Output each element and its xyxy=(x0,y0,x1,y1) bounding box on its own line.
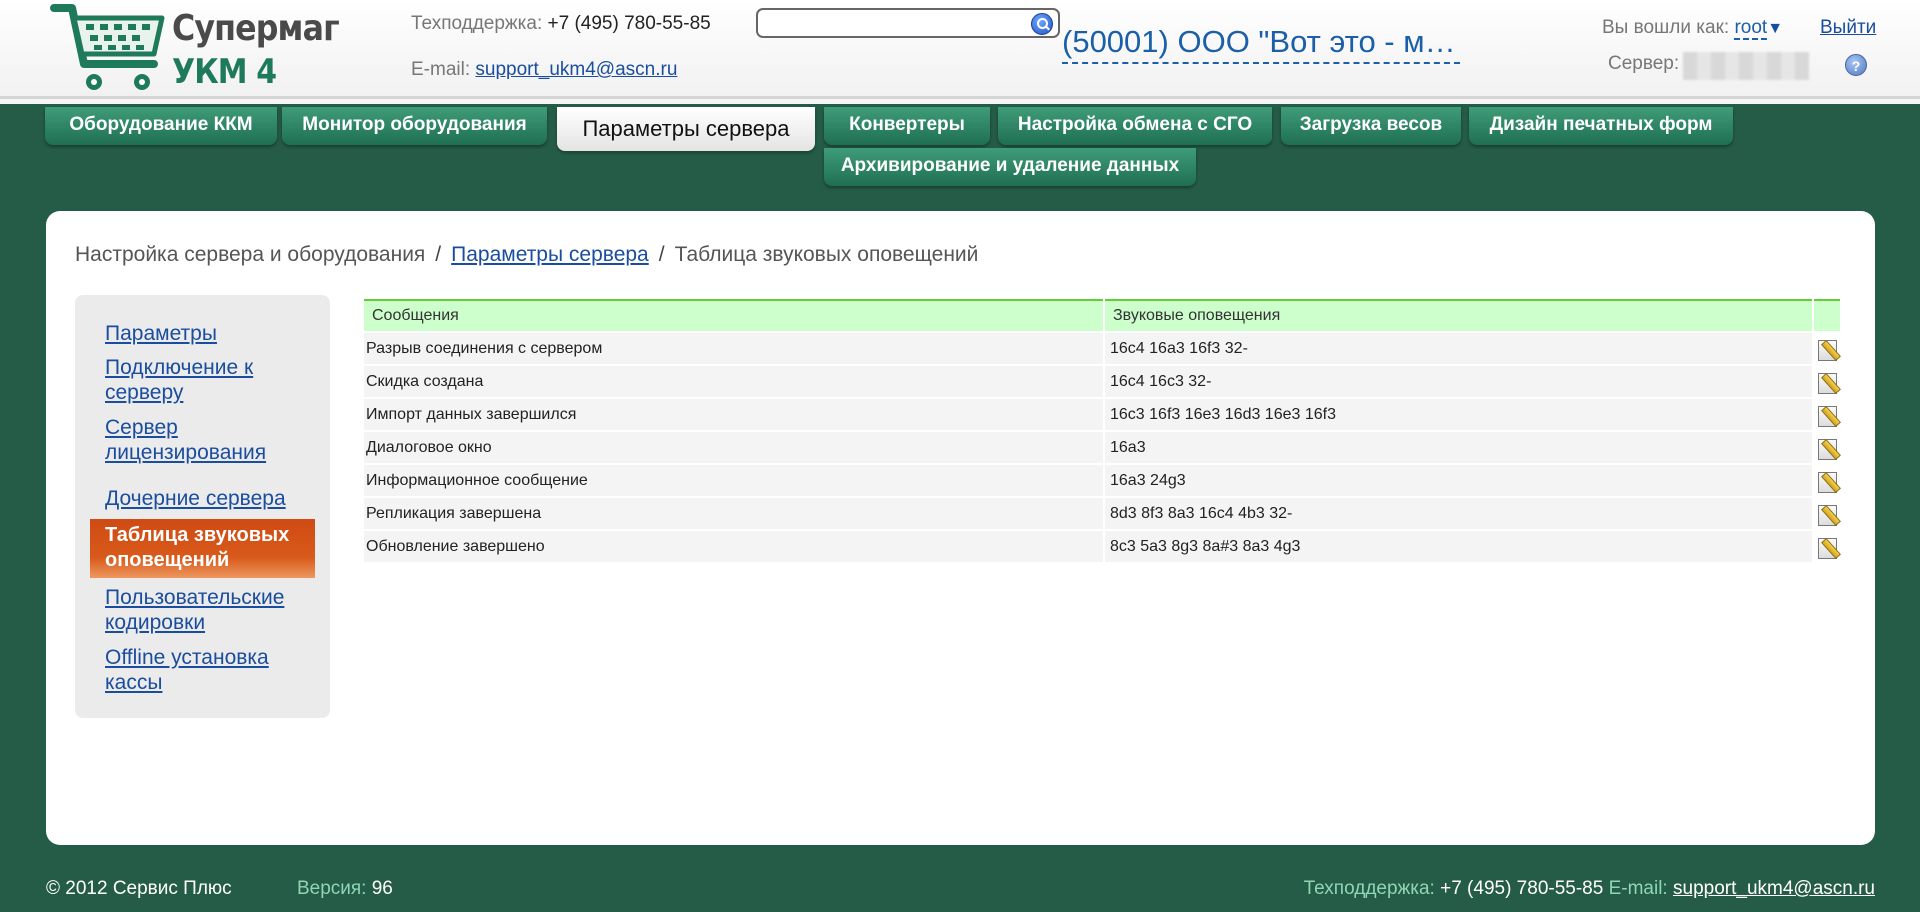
cell-message: Диалоговое окно xyxy=(364,432,1103,463)
help-icon[interactable]: ? xyxy=(1845,54,1867,76)
footer-support-phone: +7 (495) 780-55-85 xyxy=(1440,878,1604,899)
support-label: Техподдержка: xyxy=(411,13,543,34)
column-header-messages: Сообщения xyxy=(364,299,1103,331)
cell-message: Информационное сообщение xyxy=(364,465,1103,496)
main-panel: Настройка сервера и оборудования / Парамет… xyxy=(46,211,1875,845)
tab-scales-upload[interactable]: Загрузка весов xyxy=(1281,107,1461,145)
logo-subtitle: УКМ 4 xyxy=(172,52,277,92)
email-label: E-mail: xyxy=(411,59,471,80)
edit-icon[interactable] xyxy=(1816,437,1838,460)
edit-button[interactable] xyxy=(1814,498,1840,529)
logo[interactable]: Супермаг УКМ 4 xyxy=(50,2,350,96)
server-value-redacted xyxy=(1683,52,1809,80)
breadcrumb-server-parameters-link[interactable]: Параметры сервера xyxy=(451,243,649,266)
organization-selector[interactable]: (50001) ООО "Вот это - ма... xyxy=(1062,22,1460,64)
sidebar-item-child-servers[interactable]: Дочерние сервера xyxy=(105,486,305,511)
server-label: Сервер: xyxy=(1608,53,1680,74)
table-row: Скидка создана 16c4 16c3 32- xyxy=(364,366,1840,397)
cell-sound: 8d3 8f3 8a3 16c4 4b3 32- xyxy=(1105,498,1812,529)
cell-message: Репликация завершена xyxy=(364,498,1103,529)
edit-button[interactable] xyxy=(1814,432,1840,463)
sidebar-item-parameters[interactable]: Параметры xyxy=(105,321,305,346)
login-info: Вы вошли как: root▼ xyxy=(1602,17,1783,40)
email-info: E-mail: support_ukm4@ascn.ru xyxy=(411,59,677,81)
version-label: Версия: xyxy=(296,878,367,899)
tab-equipment-monitor[interactable]: Монитор оборудования xyxy=(282,107,547,145)
edit-button[interactable] xyxy=(1814,366,1840,397)
cell-sound: 8c3 5a3 8g3 8a#3 8a3 4g3 xyxy=(1105,531,1812,562)
cell-message: Импорт данных завершился xyxy=(364,399,1103,430)
column-header-sounds: Звуковые оповещения xyxy=(1105,299,1812,331)
support-email-link[interactable]: support_ukm4@ascn.ru xyxy=(475,59,677,80)
logo-title: Супермаг xyxy=(172,8,340,49)
breadcrumb-separator: / xyxy=(435,243,442,266)
edit-icon[interactable] xyxy=(1816,404,1838,427)
user-menu[interactable]: root xyxy=(1734,17,1768,40)
sidebar: Параметры Подключение к серверу Сервер л… xyxy=(75,295,330,718)
table-row: Обновление завершено 8c3 5a3 8g3 8a#3 8a… xyxy=(364,531,1840,562)
breadcrumb-root: Настройка сервера и оборудования xyxy=(75,243,426,266)
sidebar-item-offline-install[interactable]: Offline установка кассы xyxy=(105,645,305,695)
cart-logo-icon xyxy=(50,4,165,90)
cell-message: Обновление завершено xyxy=(364,531,1103,562)
logout-link[interactable]: Выйти xyxy=(1820,17,1876,39)
login-label: Вы вошли как: xyxy=(1602,17,1730,38)
search-icon[interactable] xyxy=(1031,13,1053,35)
chevron-down-icon[interactable]: ▼ xyxy=(1767,20,1783,37)
copyright: © 2012 Сервис Плюс xyxy=(46,878,232,899)
edit-button[interactable] xyxy=(1814,333,1840,364)
table-row: Разрыв соединения с сервером 16c4 16a3 1… xyxy=(364,333,1840,364)
version-value: 96 xyxy=(371,878,393,899)
search-input[interactable] xyxy=(756,8,1060,38)
tab-archiving[interactable]: Архивирование и удаление данных xyxy=(824,148,1196,186)
edit-button[interactable] xyxy=(1814,531,1840,562)
cell-message: Разрыв соединения с сервером xyxy=(364,333,1103,364)
footer-email-link[interactable]: support_ukm4@ascn.ru xyxy=(1673,878,1875,899)
cell-message: Скидка создана xyxy=(364,366,1103,397)
header: Супермаг УКМ 4 Техподдержка: +7 (495) 78… xyxy=(0,0,1920,104)
sidebar-item-custom-encodings[interactable]: Пользовательские кодировки xyxy=(105,585,305,635)
tab-sgo-exchange[interactable]: Настройка обмена с СГО xyxy=(998,107,1272,145)
table-row: Информационное сообщение 16a3 24g3 xyxy=(364,465,1840,496)
edit-icon[interactable] xyxy=(1816,470,1838,493)
edit-button[interactable] xyxy=(1814,465,1840,496)
cell-sound: 16a3 24g3 xyxy=(1105,465,1812,496)
support-info: Техподдержка: +7 (495) 780-55-85 xyxy=(411,13,711,35)
breadcrumb-separator: / xyxy=(658,243,665,266)
tab-server-parameters[interactable]: Параметры сервера xyxy=(557,107,815,151)
breadcrumb-current: Таблица звуковых оповещений xyxy=(674,243,979,266)
table-row: Импорт данных завершился 16c3 16f3 16e3 … xyxy=(364,399,1840,430)
edit-button[interactable] xyxy=(1814,399,1840,430)
cell-sound: 16a3 xyxy=(1105,432,1812,463)
support-phone: +7 (495) 780-55-85 xyxy=(547,13,711,34)
column-header-actions xyxy=(1814,299,1840,331)
footer-support-label: Техподдержка: xyxy=(1303,878,1435,899)
footer-email-label: E-mail: xyxy=(1608,878,1668,899)
sidebar-item-sound-alerts[interactable]: Таблица звуковых оповещений xyxy=(90,519,315,578)
sidebar-item-server-connection[interactable]: Подключение к серверу xyxy=(105,355,305,405)
cell-sound: 16c4 16c3 32- xyxy=(1105,366,1812,397)
edit-icon[interactable] xyxy=(1816,371,1838,394)
table-header-row: Сообщения Звуковые оповещения xyxy=(364,299,1840,331)
tab-print-form-design[interactable]: Дизайн печатных форм xyxy=(1469,107,1733,145)
table-row: Репликация завершена 8d3 8f3 8a3 16c4 4b… xyxy=(364,498,1840,529)
edit-icon[interactable] xyxy=(1816,536,1838,559)
table-row: Диалоговое окно 16a3 xyxy=(364,432,1840,463)
breadcrumb: Настройка сервера и оборудования / Парамет… xyxy=(75,243,978,267)
cell-sound: 16c3 16f3 16e3 16d3 16e3 16f3 xyxy=(1105,399,1812,430)
cell-sound: 16c4 16a3 16f3 32- xyxy=(1105,333,1812,364)
footer-left: © 2012 Сервис Плюс Версия: 96 xyxy=(46,878,393,900)
tab-kkm-equipment[interactable]: Оборудование ККМ xyxy=(45,107,277,145)
sidebar-item-license-server[interactable]: Сервер лицензирования xyxy=(105,415,305,465)
sound-alerts-table: Сообщения Звуковые оповещения Разрыв сое… xyxy=(362,297,1842,564)
edit-icon[interactable] xyxy=(1816,338,1838,361)
footer-right: Техподдержка: +7 (495) 780-55-85 E-mail:… xyxy=(1304,878,1875,900)
tab-converters[interactable]: Конвертеры xyxy=(824,107,990,145)
edit-icon[interactable] xyxy=(1816,503,1838,526)
